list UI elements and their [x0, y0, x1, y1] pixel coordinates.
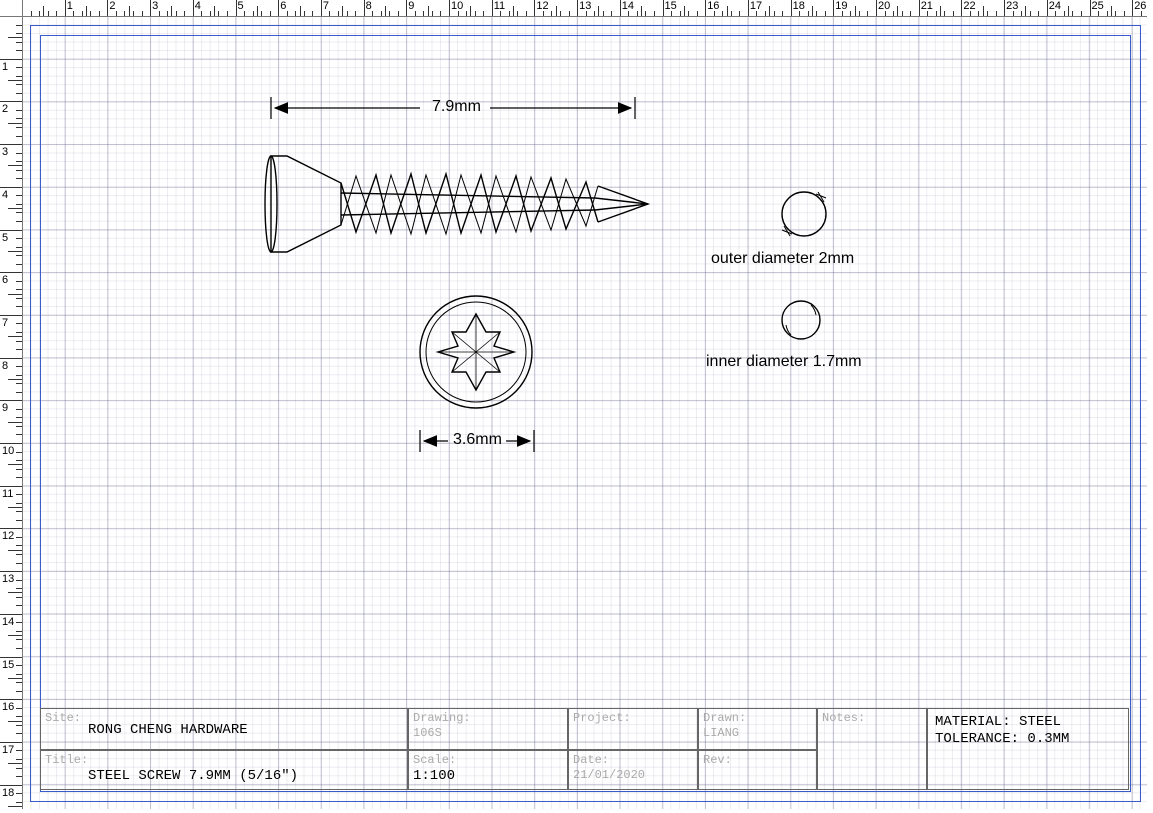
tb-site-label: Site: — [45, 711, 81, 725]
tb-scale-value: 1:100 — [413, 768, 455, 784]
tb-material-value: MATERIAL: STEEL — [935, 714, 1061, 730]
tb-project-label: Project: — [573, 711, 631, 725]
tb-drawing-label: Drawing: — [413, 711, 471, 725]
tb-title-label: Title: — [45, 753, 88, 767]
ruler-corner — [0, 0, 23, 17]
dimension-head-dia-label: 3.6mm — [453, 431, 502, 449]
tb-rev-label: Rev: — [703, 753, 732, 767]
tb-scale-label: Scale: — [413, 753, 456, 767]
tb-site-value: RONG CHENG HARDWARE — [88, 722, 248, 738]
tb-drawn-label: Drawn: — [703, 711, 746, 725]
tb-notes-label: Notes: — [822, 711, 865, 725]
inner-diameter-label: inner diameter 1.7mm — [706, 353, 862, 371]
tb-date-label: Date: — [573, 753, 609, 767]
tb-date-value: 21/01/2020 — [573, 768, 645, 782]
tb-title-value: STEEL SCREW 7.9MM (5/16") — [88, 768, 298, 784]
ruler-vertical: 123456789101112131415161718 — [0, 16, 23, 809]
tb-drawing-value: 106S — [413, 726, 442, 740]
outer-diameter-label: outer diameter 2mm — [711, 250, 854, 268]
tb-drawn-value: LIANG — [703, 726, 739, 740]
ruler-horizontal: 1234567891011121314151617181920212223242… — [22, 0, 1147, 17]
page-frame-inner — [40, 35, 1131, 792]
dimension-length-label: 7.9mm — [432, 98, 481, 116]
tb-tolerance-value: TOLERANCE: 0.3MM — [935, 731, 1069, 747]
